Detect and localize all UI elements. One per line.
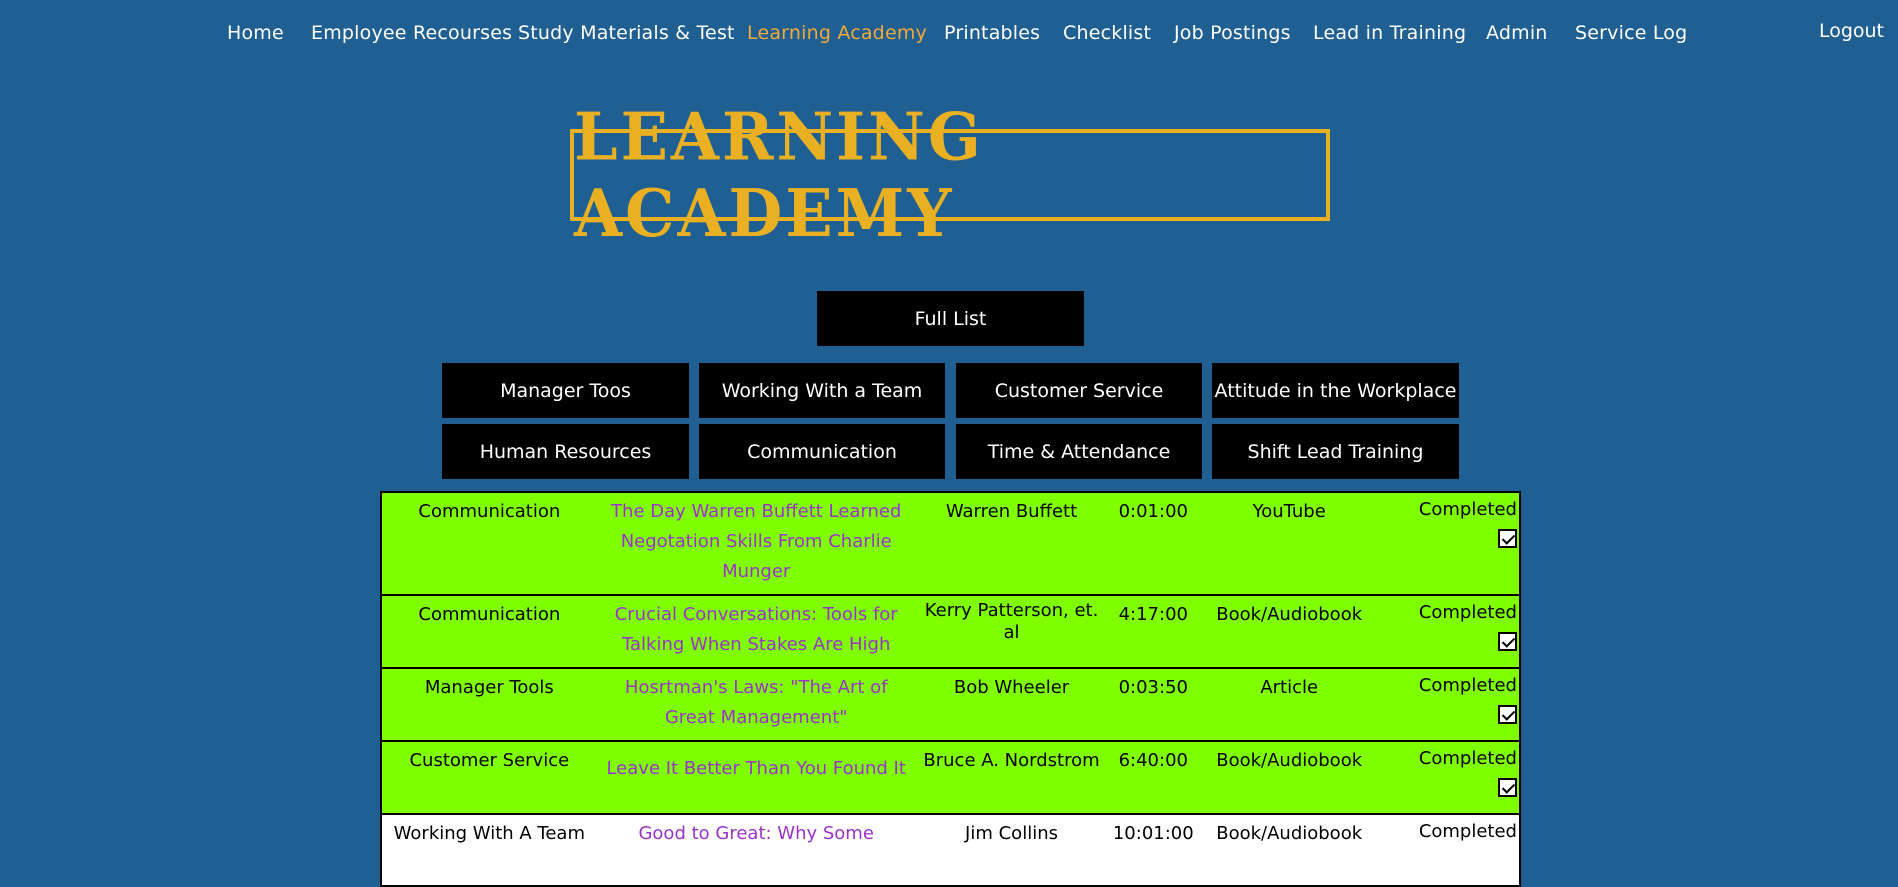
nav-checklist[interactable]: Checklist (1063, 22, 1151, 44)
row-author: Warren Buffett (945, 501, 1078, 522)
row-status-cell: Completed (1379, 741, 1520, 814)
nav-admin[interactable]: Admin (1486, 22, 1548, 44)
row-category: Communication (418, 501, 561, 522)
top-navigation-bar: Home Employee Recourses Study Materials … (0, 0, 1898, 70)
row-category: Communication (418, 604, 561, 625)
row-duration: 0:03:50 (1118, 677, 1188, 698)
learning-list-table: Communication The Day Warren Buffett Lea… (380, 491, 1521, 887)
row-format: Book/Audiobook (1216, 823, 1363, 844)
row-status-cell: Completed (1379, 814, 1520, 886)
row-category: Manager Tools (424, 677, 554, 698)
nav-job-postings[interactable]: Job Postings (1174, 22, 1291, 44)
row-title-cell: Good to Great: Why Some (597, 814, 916, 886)
row-status-cell: Completed (1379, 492, 1520, 595)
row-format: YouTube (1252, 501, 1326, 522)
table-row: Customer Service Leave It Better Than Yo… (381, 741, 1520, 814)
completed-checkbox[interactable] (1498, 632, 1517, 651)
row-status-cell: Completed (1379, 595, 1520, 668)
row-title-cell: Hosrtman's Laws: "The Art of Great Manag… (597, 668, 916, 741)
nav-printables[interactable]: Printables (944, 22, 1040, 44)
table-row: Communication Crucial Conversations: Too… (381, 595, 1520, 668)
row-format: Book/Audiobook (1216, 604, 1363, 625)
row-author: Bob Wheeler (953, 677, 1070, 698)
main-nav: Home Employee Recourses Study Materials … (0, 22, 1898, 50)
row-status-cell: Completed (1379, 668, 1520, 741)
filter-time-attendance-button[interactable]: Time & Attendance (956, 424, 1202, 479)
nav-home[interactable]: Home (227, 22, 284, 44)
row-author: Kerry Patterson, et. al (924, 600, 1099, 643)
row-duration: 0:01:00 (1118, 501, 1188, 522)
nav-lead-in-training[interactable]: Lead in Training (1313, 22, 1466, 44)
page-title-banner: LEARNING ACADEMY (570, 98, 1330, 252)
row-title-cell: Leave It Better Than You Found It (597, 741, 916, 814)
row-title-link[interactable]: Good to Great: Why Some (638, 823, 873, 844)
row-author: Jim Collins (965, 823, 1058, 844)
filter-shift-lead-training-button[interactable]: Shift Lead Training (1212, 424, 1459, 479)
completed-checkbox[interactable] (1498, 705, 1517, 724)
row-duration: 10:01:00 (1112, 823, 1194, 844)
row-category: Customer Service (409, 750, 570, 771)
row-title-link[interactable]: Leave It Better Than You Found It (606, 758, 905, 779)
row-format: Book/Audiobook (1216, 750, 1363, 771)
completed-checkbox[interactable] (1498, 778, 1517, 797)
row-format: Article (1260, 677, 1319, 698)
completed-checkbox[interactable] (1498, 529, 1517, 548)
nav-service-log[interactable]: Service Log (1575, 22, 1687, 44)
row-title-link[interactable]: The Day Warren Buffett Learned Negotatio… (611, 501, 901, 582)
table-row: Manager Tools Hosrtman's Laws: "The Art … (381, 668, 1520, 741)
page-title: LEARNING ACADEMY (574, 98, 984, 252)
row-title-cell: Crucial Conversations: Tools for Talking… (597, 595, 916, 668)
logout-link[interactable]: Logout (1819, 20, 1884, 42)
row-duration: 4:17:00 (1118, 604, 1188, 625)
row-title-link[interactable]: Crucial Conversations: Tools for Talking… (615, 604, 898, 655)
table-row: Working With A Team Good to Great: Why S… (381, 814, 1520, 886)
row-status: Completed (1418, 675, 1517, 696)
row-status: Completed (1418, 821, 1517, 842)
row-title-cell: The Day Warren Buffett Learned Negotatio… (597, 492, 916, 595)
filter-communication-button[interactable]: Communication (699, 424, 945, 479)
row-title-link[interactable]: Hosrtman's Laws: "The Art of Great Manag… (625, 677, 888, 728)
table-row: Communication The Day Warren Buffett Lea… (381, 492, 1520, 595)
row-status: Completed (1418, 748, 1517, 769)
filter-attitude-workplace-button[interactable]: Attitude in the Workplace (1212, 363, 1459, 418)
nav-study-materials-test[interactable]: Study Materials & Test (518, 22, 735, 44)
row-category: Working With A Team (393, 823, 585, 844)
filter-working-with-team-button[interactable]: Working With a Team (699, 363, 945, 418)
nav-learning-academy[interactable]: Learning Academy (747, 22, 927, 44)
full-list-button[interactable]: Full List (817, 291, 1084, 346)
row-author: Bruce A. Nordstrom (923, 750, 1100, 771)
nav-employee-recourses[interactable]: Employee Recourses (311, 22, 512, 44)
filter-manager-tools-button[interactable]: Manager Toos (442, 363, 689, 418)
row-duration: 6:40:00 (1118, 750, 1188, 771)
filter-human-resources-button[interactable]: Human Resources (442, 424, 689, 479)
row-status: Completed (1418, 602, 1517, 623)
filter-customer-service-button[interactable]: Customer Service (956, 363, 1202, 418)
row-status: Completed (1418, 499, 1517, 520)
